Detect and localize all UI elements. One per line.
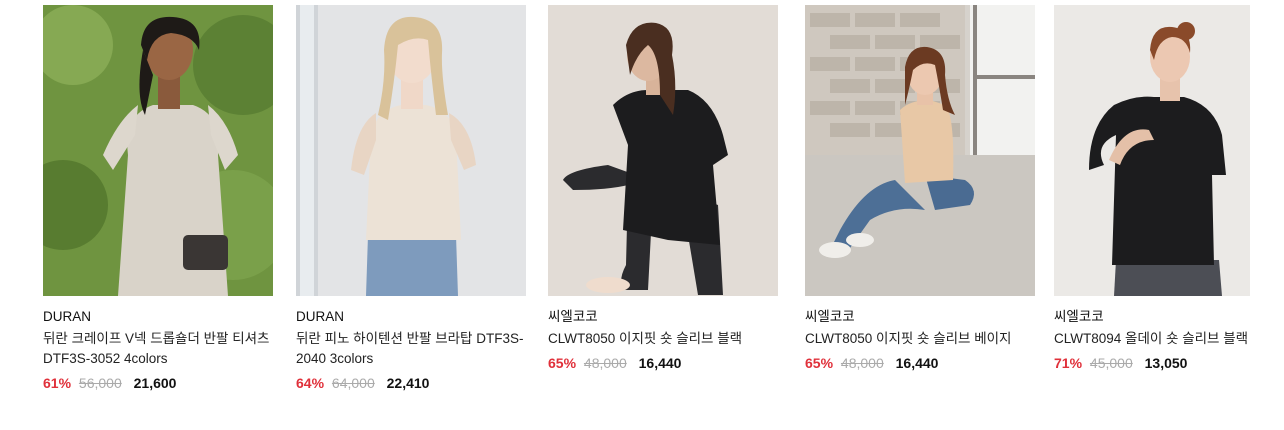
- product-card[interactable]: 씨엘코코 CLWT8094 올데이 숏 슬리브 블랙 71% 45,000 13…: [1054, 5, 1284, 372]
- product-name[interactable]: 뒤란 크레이프 V넥 드롭숄더 반팔 티셔츠 DTF3S-3052 4color…: [43, 329, 275, 369]
- price-row: 65% 48,000 16,440: [548, 354, 780, 372]
- product-grid: DURAN 뒤란 크레이프 V넥 드롭숄더 반팔 티셔츠 DTF3S-3052 …: [0, 0, 1284, 430]
- product-brand: 씨엘코코: [548, 309, 598, 324]
- discount-rate: 65%: [805, 355, 834, 371]
- original-price: 48,000: [583, 355, 627, 371]
- discount-rate: 64%: [296, 375, 325, 391]
- product-name[interactable]: CLWT8094 올데이 숏 슬리브 블랙: [1054, 329, 1284, 349]
- product-name[interactable]: CLWT8050 이지핏 숏 슬리브 베이지: [805, 329, 1037, 349]
- original-price: 56,000: [78, 375, 122, 391]
- price-row: 64% 64,000 22,410: [296, 374, 528, 392]
- sale-price: 13,050: [1144, 355, 1188, 371]
- product-brand: 씨엘코코: [1054, 309, 1104, 324]
- original-price: 64,000: [331, 375, 375, 391]
- product-image[interactable]: [548, 5, 778, 296]
- product-name[interactable]: 뒤란 피노 하이텐션 반팔 브라탑 DTF3S-2040 3colors: [296, 329, 528, 369]
- original-price: 48,000: [840, 355, 884, 371]
- product-image[interactable]: [1054, 5, 1250, 296]
- price-row: 61% 56,000 21,600: [43, 374, 275, 392]
- sale-price: 16,440: [638, 355, 682, 371]
- discount-rate: 71%: [1054, 355, 1083, 371]
- product-brand: 씨엘코코: [805, 309, 855, 324]
- product-card[interactable]: 씨엘코코 CLWT8050 이지핏 숏 슬리브 베이지 65% 48,000 1…: [805, 5, 1037, 372]
- product-brand: DURAN: [43, 309, 92, 324]
- discount-rate: 61%: [43, 375, 72, 391]
- product-image[interactable]: [296, 5, 526, 296]
- original-price: 45,000: [1089, 355, 1133, 371]
- sale-price: 16,440: [895, 355, 939, 371]
- price-row: 71% 45,000 13,050: [1054, 354, 1284, 372]
- price-row: 65% 48,000 16,440: [805, 354, 1037, 372]
- product-name[interactable]: CLWT8050 이지핏 숏 슬리브 블랙: [548, 329, 780, 349]
- sale-price: 22,410: [386, 375, 430, 391]
- product-card[interactable]: 씨엘코코 CLWT8050 이지핏 숏 슬리브 블랙 65% 48,000 16…: [548, 5, 780, 372]
- discount-rate: 65%: [548, 355, 577, 371]
- product-card[interactable]: DURAN 뒤란 피노 하이텐션 반팔 브라탑 DTF3S-2040 3colo…: [296, 5, 528, 392]
- product-brand: DURAN: [296, 309, 345, 324]
- sale-price: 21,600: [133, 375, 177, 391]
- product-image[interactable]: [43, 5, 273, 296]
- product-image[interactable]: [805, 5, 1035, 296]
- product-card[interactable]: DURAN 뒤란 크레이프 V넥 드롭숄더 반팔 티셔츠 DTF3S-3052 …: [43, 5, 275, 392]
